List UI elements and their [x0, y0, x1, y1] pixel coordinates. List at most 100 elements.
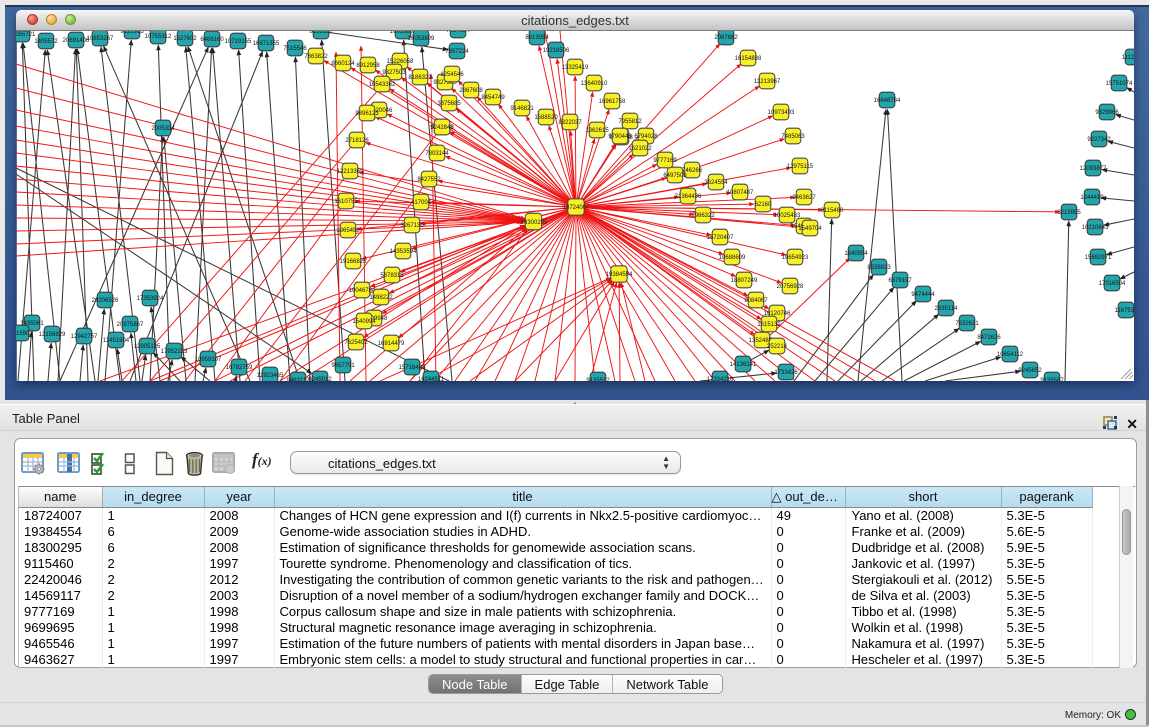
svg-text:2087682: 2087682 — [714, 35, 738, 41]
svg-text:1167534: 1167534 — [1115, 308, 1134, 314]
svg-text:417004: 417004 — [411, 200, 432, 206]
svg-text:9146821: 9146821 — [510, 106, 534, 112]
svg-text:1621022: 1621022 — [628, 146, 652, 152]
svg-text:3875685: 3875685 — [437, 101, 461, 107]
svg-text:12942757: 12942757 — [71, 334, 98, 340]
svg-text:9474444: 9474444 — [911, 292, 935, 298]
svg-text:15716485: 15716485 — [399, 365, 426, 371]
svg-text:18807249: 18807249 — [731, 278, 758, 284]
svg-text:8454749: 8454749 — [481, 95, 505, 101]
svg-text:12213369: 12213369 — [337, 169, 364, 175]
svg-text:5878312: 5878312 — [380, 273, 404, 279]
svg-text:7857224: 7857224 — [445, 49, 469, 55]
svg-text:16543362: 16543362 — [369, 82, 396, 88]
svg-text:7625402: 7625402 — [344, 340, 368, 346]
svg-text:9242848: 9242848 — [430, 125, 454, 131]
svg-text:10958107: 10958107 — [195, 357, 222, 363]
svg-text:21364436: 21364436 — [675, 194, 702, 200]
svg-text:7986322: 7986322 — [691, 213, 715, 219]
svg-text:7857224: 7857224 — [446, 31, 470, 34]
svg-text:9245652: 9245652 — [1018, 368, 1042, 374]
svg-text:20756928: 20756928 — [777, 284, 804, 290]
svg-text:2005334: 2005334 — [151, 126, 175, 132]
svg-text:8660124: 8660124 — [331, 61, 355, 67]
svg-text:3215955: 3215955 — [1057, 210, 1081, 216]
svg-text:3624554: 3624554 — [704, 180, 728, 186]
svg-text:19384554: 19384554 — [606, 272, 633, 278]
svg-text:9115460: 9115460 — [821, 208, 845, 214]
svg-text:17016504: 17016504 — [1099, 281, 1126, 287]
svg-text:12156829: 12156829 — [39, 332, 66, 338]
svg-text:8427552: 8427552 — [417, 177, 441, 183]
svg-text:1549704: 1549704 — [798, 226, 822, 232]
svg-text:9084067: 9084067 — [744, 298, 768, 304]
svg-text:9121913: 9121913 — [120, 31, 144, 35]
svg-text:9135567: 9135567 — [1040, 378, 1064, 381]
svg-text:16671355: 16671355 — [253, 41, 280, 47]
svg-text:10688609: 10688609 — [719, 255, 746, 261]
svg-text:14055721: 14055721 — [16, 32, 36, 38]
svg-text:19218506: 19218506 — [543, 48, 570, 54]
svg-text:9327503: 9327503 — [382, 70, 406, 76]
svg-text:16914479: 16914479 — [378, 341, 405, 347]
svg-text:1405572: 1405572 — [34, 39, 58, 45]
svg-text:12213967: 12213967 — [754, 79, 781, 85]
svg-text:16244511: 16244511 — [418, 377, 445, 381]
svg-text:6379197: 6379197 — [888, 278, 912, 284]
svg-text:1244419: 1244419 — [1080, 195, 1104, 201]
svg-text:10025433: 10025433 — [774, 213, 801, 219]
svg-text:8135511: 8135511 — [310, 31, 334, 35]
svg-text:16154838: 16154838 — [735, 56, 762, 62]
svg-text:252214: 252214 — [767, 344, 788, 350]
svg-text:16648784: 16648784 — [874, 98, 901, 104]
svg-text:7663822: 7663822 — [304, 54, 328, 60]
svg-text:7803144: 7803144 — [425, 151, 449, 157]
svg-text:2867608: 2867608 — [459, 88, 483, 94]
svg-text:1254546: 1254546 — [440, 72, 464, 78]
svg-text:16053809: 16053809 — [408, 36, 435, 42]
svg-text:8245012: 8245012 — [308, 377, 332, 381]
svg-text:11451904: 11451904 — [103, 338, 130, 344]
svg-text:3267130: 3267130 — [400, 223, 424, 229]
svg-text:16961758: 16961758 — [599, 99, 626, 105]
svg-text:1640954: 1640954 — [844, 251, 868, 257]
svg-text:20206526: 20206526 — [92, 298, 119, 304]
svg-text:1540994: 1540994 — [352, 319, 376, 325]
svg-text:13325419: 13325419 — [562, 65, 589, 71]
svg-text:19654923: 19654923 — [782, 255, 809, 261]
svg-text:2718126: 2718126 — [345, 138, 369, 144]
svg-text:9463627: 9463627 — [792, 195, 816, 201]
svg-text:9777169: 9777169 — [653, 158, 677, 164]
svg-text:10853267: 10853267 — [87, 36, 114, 42]
svg-text:2935114: 2935114 — [935, 306, 959, 312]
svg-text:9790448: 9790448 — [608, 134, 632, 140]
svg-text:8471626: 8471626 — [977, 335, 1001, 341]
svg-text:7955812: 7955812 — [618, 119, 642, 125]
svg-text:9135512: 9135512 — [586, 378, 610, 381]
svg-text:6497508: 6497508 — [663, 173, 687, 179]
svg-text:18724007: 18724007 — [563, 205, 590, 211]
svg-text:15751074: 15751074 — [1106, 81, 1133, 87]
svg-text:10973493: 10973493 — [768, 110, 795, 116]
svg-text:9463112: 9463112 — [287, 378, 311, 381]
svg-text:10210643: 10210643 — [1082, 225, 1109, 231]
svg-text:6466160: 6466160 — [200, 37, 224, 43]
svg-text:19166825: 19166825 — [340, 259, 367, 265]
svg-text:7515546: 7515546 — [283, 46, 307, 52]
svg-text:7632621: 7632621 — [955, 321, 979, 327]
svg-text:20975867: 20975867 — [117, 322, 144, 328]
svg-text:1610755: 1610755 — [334, 199, 358, 205]
svg-text:14353594: 14353594 — [390, 249, 417, 255]
svg-text:12923465: 12923465 — [257, 373, 284, 379]
svg-text:14136141: 14136141 — [730, 362, 757, 368]
svg-text:8938923: 8938923 — [867, 265, 891, 271]
svg-text:1498222: 1498222 — [369, 295, 393, 301]
svg-text:12093877: 12093877 — [1080, 166, 1107, 172]
svg-text:10807487: 10807487 — [727, 190, 754, 196]
svg-text:1362615: 1362615 — [585, 128, 609, 134]
svg-text:1527602: 1527602 — [173, 36, 197, 42]
svg-text:10654112: 10654112 — [997, 352, 1024, 358]
svg-text:17952223: 17952223 — [161, 349, 188, 355]
svg-text:9227342: 9227342 — [1087, 137, 1111, 143]
svg-text:12975115: 12975115 — [787, 164, 814, 170]
